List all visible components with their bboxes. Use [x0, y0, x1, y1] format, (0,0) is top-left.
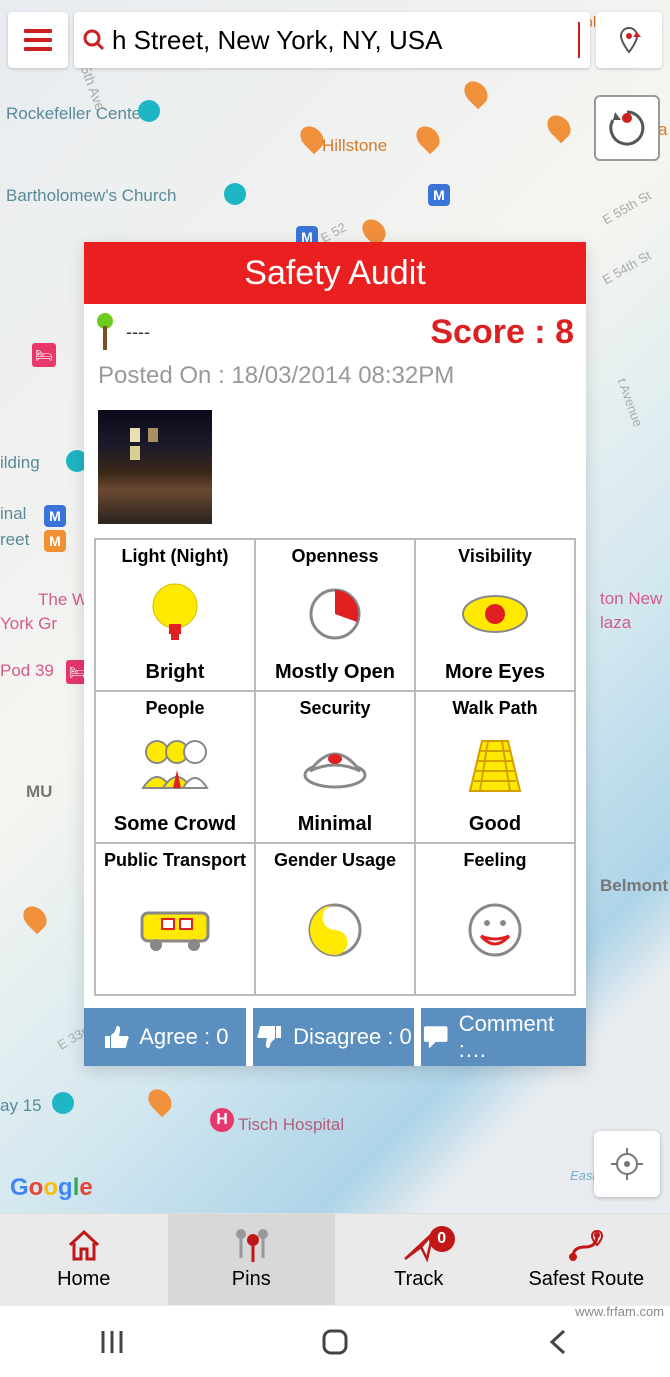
map-label: ton New: [600, 589, 662, 609]
google-logo: Google: [10, 1174, 93, 1202]
refresh-button[interactable]: [594, 95, 660, 161]
cell-transport: Public Transport: [95, 843, 255, 995]
nav-safest-route[interactable]: Safest Route: [503, 1214, 670, 1305]
nav-home[interactable]: Home: [0, 1214, 168, 1305]
sys-back[interactable]: [448, 1327, 669, 1357]
sys-recents[interactable]: [1, 1329, 222, 1355]
map-pin-dropdown[interactable]: [596, 12, 662, 68]
score-label: Score : 8: [430, 313, 574, 352]
hamburger-icon: [24, 29, 52, 51]
bus-icon: [138, 871, 212, 988]
restaurant-pin-icon: [412, 122, 445, 155]
yinyang-icon: [307, 871, 363, 988]
thumb-down-icon: [255, 1022, 285, 1052]
agree-button[interactable]: Agree : 0: [84, 1008, 249, 1066]
map-label: Hillstone: [322, 136, 387, 156]
cell-feeling: Feeling: [415, 843, 575, 995]
smile-icon: [467, 871, 523, 988]
card-meta-row: ---- Score : 8: [84, 304, 586, 352]
people-icon: [137, 719, 213, 813]
map-label: inal: [0, 504, 26, 524]
disagree-button[interactable]: Disagree : 0: [253, 1008, 418, 1066]
menu-button[interactable]: [8, 12, 68, 68]
track-icon: 0: [401, 1228, 437, 1264]
sys-home[interactable]: [224, 1327, 445, 1357]
metro-icon: M: [44, 530, 66, 552]
search-icon: [82, 28, 106, 52]
cell-walkpath: Walk Path Good: [415, 691, 575, 843]
system-nav: [0, 1305, 670, 1377]
map-label: York Gr: [0, 614, 57, 634]
action-bar: Agree : 0 Disagree : 0 Comment :…: [84, 1008, 586, 1066]
map-label: Rockefeller Center: [6, 104, 147, 124]
map-label: Bartholomew's Church: [6, 186, 176, 206]
poi-icon: [224, 183, 246, 205]
hospital-icon: H: [210, 1108, 234, 1132]
posted-date: Posted On : 18/03/2014 08:32PM: [84, 352, 586, 404]
meta-dash: ----: [126, 322, 150, 343]
comment-icon: [421, 1022, 450, 1052]
safety-audit-card: Safety Audit ---- Score : 8 Posted On : …: [84, 242, 586, 1066]
route-icon: [567, 1228, 605, 1264]
eye-icon: [460, 567, 530, 661]
map-label: reet: [0, 530, 29, 550]
cell-openness: Openness Mostly Open: [255, 539, 415, 691]
audit-grid: Light (Night) Bright Openness Mostly Ope…: [94, 538, 576, 996]
path-icon: [466, 719, 524, 813]
bottom-nav: Home Pins 0 Track Safest Route: [0, 1213, 670, 1305]
pin-marker-icon: [96, 312, 114, 352]
bar-pin-icon: [543, 111, 576, 144]
search-value: h Street, New York, NY, USA: [112, 25, 582, 56]
nav-track[interactable]: 0 Track: [335, 1214, 503, 1305]
map-label: E 55th St: [600, 188, 654, 228]
home-icon: [66, 1228, 102, 1264]
cell-security: Security Minimal: [255, 691, 415, 843]
lightbulb-icon: [147, 567, 203, 661]
map-label: laza: [600, 613, 631, 633]
card-title: Safety Audit: [84, 242, 586, 304]
pins-icon: [231, 1228, 271, 1264]
my-location-button[interactable]: [594, 1131, 660, 1197]
hotel-icon: 🛏: [32, 343, 56, 367]
map-label: ilding: [0, 453, 40, 473]
restaurant-pin-icon: [460, 77, 493, 110]
thumb-up-icon: [101, 1022, 131, 1052]
metro-icon: M: [44, 505, 66, 527]
search-input[interactable]: h Street, New York, NY, USA: [74, 12, 590, 68]
map-label: Belmont: [600, 876, 668, 896]
bar-pin-icon: [144, 1085, 177, 1118]
map-label: MU: [26, 782, 52, 802]
poi-icon: [138, 100, 160, 122]
watermark: www.frfam.com: [575, 1304, 664, 1319]
cell-visibility: Visibility More Eyes: [415, 539, 575, 691]
map-label: Tisch Hospital: [238, 1115, 344, 1135]
poi-icon: [52, 1092, 74, 1114]
cell-gender: Gender Usage: [255, 843, 415, 995]
top-bar: h Street, New York, NY, USA: [0, 8, 670, 72]
metro-icon: M: [428, 184, 450, 206]
police-cap-icon: [302, 719, 368, 813]
map-label: E 54th St: [600, 248, 654, 288]
nav-pins[interactable]: Pins: [168, 1214, 336, 1305]
map-label: The W: [38, 590, 88, 610]
track-badge: 0: [429, 1226, 455, 1252]
comment-button[interactable]: Comment :…: [421, 1008, 586, 1066]
audit-photo[interactable]: [98, 410, 212, 524]
bar-pin-icon: [19, 902, 52, 935]
map-label: ay 15: [0, 1096, 42, 1116]
text-cursor: [578, 22, 580, 58]
map-label: Pod 39: [0, 661, 54, 681]
cell-light: Light (Night) Bright: [95, 539, 255, 691]
map-label: t Avenue: [615, 376, 646, 428]
pie-icon: [307, 567, 363, 661]
cell-people: People Some Crowd: [95, 691, 255, 843]
